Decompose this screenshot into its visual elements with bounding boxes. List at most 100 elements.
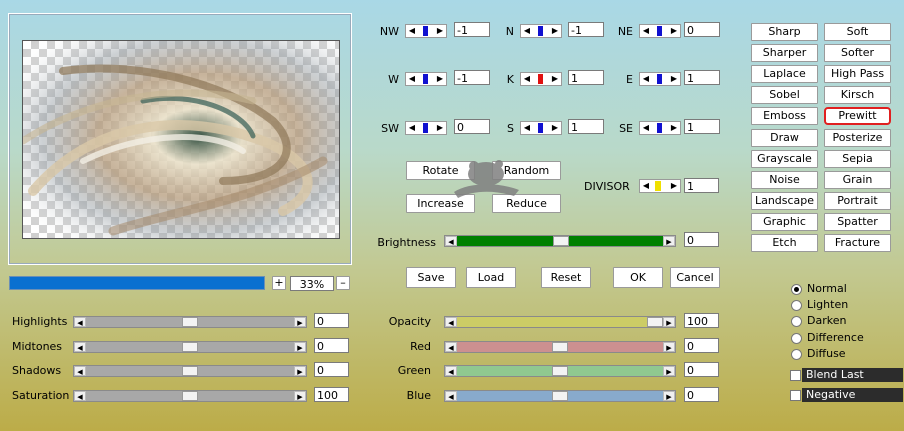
preset-button-soft[interactable]: Soft	[824, 23, 891, 41]
right-arrow-icon[interactable]: ▶	[550, 25, 560, 37]
preset-button-softer[interactable]: Softer	[824, 44, 891, 63]
right-arrow-icon[interactable]: ▶	[550, 73, 560, 85]
matrix-field-se[interactable]: 1	[684, 119, 720, 134]
preset-button-sepia[interactable]: Sepia	[824, 149, 891, 168]
negative-checkbox[interactable]	[790, 390, 801, 401]
right-arrow-icon[interactable]: ▶	[669, 73, 679, 85]
matrix-spinner-k[interactable]: ◀ ▶	[520, 72, 562, 86]
matrix-spinner-s[interactable]: ◀ ▶	[520, 121, 562, 135]
zoom-in-button[interactable]: +	[272, 276, 286, 290]
left-arrow-icon[interactable]: ◀	[407, 25, 417, 37]
right-arrow-icon[interactable]: ▶	[435, 73, 445, 85]
matrix-spinner-w[interactable]: ◀ ▶	[405, 72, 447, 86]
shadows-field[interactable]: 0	[314, 362, 349, 377]
matrix-spinner-se[interactable]: ◀ ▶	[639, 121, 681, 135]
preset-button-laplace[interactable]: Laplace	[751, 65, 818, 84]
highlights-field[interactable]: 0	[314, 313, 349, 328]
left-arrow-icon[interactable]: ◀	[641, 25, 651, 37]
blue-field[interactable]: 0	[684, 386, 719, 402]
preset-button-high-pass[interactable]: High Pass	[824, 65, 891, 84]
preset-button-sharper[interactable]: Sharper	[751, 44, 818, 63]
right-arrow-icon[interactable]: ▶	[550, 122, 560, 134]
right-arrow-icon[interactable]: ▶	[294, 390, 306, 401]
right-arrow-icon[interactable]: ▶	[294, 317, 306, 327]
matrix-spinner-nw[interactable]: ◀ ▶	[405, 24, 447, 38]
opacity-thumb[interactable]	[647, 317, 663, 327]
load-button[interactable]: Load	[466, 267, 516, 288]
right-arrow-icon[interactable]: ▶	[669, 180, 679, 192]
blend-radio-lighten[interactable]	[791, 300, 802, 312]
left-arrow-icon[interactable]: ◀	[641, 180, 651, 192]
matrix-spinner-n[interactable]: ◀ ▶	[520, 24, 562, 38]
shadows-thumb[interactable]	[182, 366, 198, 376]
highlights-thumb[interactable]	[182, 317, 198, 327]
saturation-field[interactable]: 100	[314, 386, 349, 402]
preset-button-graphic[interactable]: Graphic	[751, 212, 818, 231]
left-arrow-icon[interactable]: ◀	[74, 317, 86, 327]
left-arrow-icon[interactable]: ◀	[445, 390, 457, 401]
left-arrow-icon[interactable]: ◀	[522, 122, 532, 134]
saturation-thumb[interactable]	[182, 390, 198, 401]
cancel-button[interactable]: Cancel	[670, 267, 720, 288]
left-arrow-icon[interactable]: ◀	[445, 317, 457, 327]
left-arrow-icon[interactable]: ◀	[74, 390, 86, 401]
saturation-slider[interactable]: ◀ ▶	[73, 389, 307, 402]
preset-button-spatter[interactable]: Spatter	[824, 212, 891, 231]
blend-radio-normal[interactable]	[791, 284, 802, 295]
midtones-slider[interactable]: ◀ ▶	[73, 340, 307, 353]
opacity-field[interactable]: 100	[684, 313, 719, 328]
highlights-slider[interactable]: ◀ ▶	[73, 316, 307, 328]
preset-button-sharp[interactable]: Sharp	[751, 23, 818, 41]
preset-button-fracture[interactable]: Fracture	[824, 234, 891, 252]
preset-button-posterize[interactable]: Posterize	[824, 128, 891, 147]
preset-button-portrait[interactable]: Portrait	[824, 191, 891, 210]
blend-radio-difference[interactable]	[791, 332, 802, 344]
preset-button-draw[interactable]: Draw	[751, 128, 818, 147]
left-arrow-icon[interactable]: ◀	[522, 25, 532, 37]
right-arrow-icon[interactable]: ▶	[663, 341, 675, 352]
midtones-field[interactable]: 0	[314, 337, 349, 353]
preset-button-noise[interactable]: Noise	[751, 170, 818, 189]
matrix-field-e[interactable]: 1	[684, 70, 720, 85]
shadows-slider[interactable]: ◀ ▶	[73, 365, 307, 377]
preset-button-sobel[interactable]: Sobel	[751, 86, 818, 105]
blue-slider[interactable]: ◀ ▶	[444, 389, 676, 402]
preset-button-prewitt[interactable]: Prewitt	[824, 107, 891, 126]
brightness-field[interactable]: 0	[684, 232, 719, 247]
reset-button[interactable]: Reset	[541, 267, 591, 288]
left-arrow-icon[interactable]: ◀	[445, 366, 457, 376]
blend-last-checkbox[interactable]	[790, 370, 801, 381]
red-field[interactable]: 0	[684, 337, 719, 353]
right-arrow-icon[interactable]: ▶	[663, 390, 675, 401]
divisor-spinner[interactable]: ◀ ▶	[639, 179, 681, 193]
right-arrow-icon[interactable]: ▶	[435, 25, 445, 37]
save-button[interactable]: Save	[406, 267, 456, 288]
divisor-field[interactable]: 1	[684, 178, 719, 193]
right-arrow-icon[interactable]: ▶	[663, 236, 675, 246]
blue-thumb[interactable]	[552, 390, 568, 401]
brightness-slider[interactable]: ◀ ▶	[444, 235, 676, 247]
matrix-field-ne[interactable]: 0	[684, 22, 720, 37]
preset-button-etch[interactable]: Etch	[751, 234, 818, 252]
matrix-spinner-ne[interactable]: ◀ ▶	[639, 24, 681, 38]
zoom-out-button[interactable]: –	[336, 276, 350, 290]
left-arrow-icon[interactable]: ◀	[74, 366, 86, 376]
red-thumb[interactable]	[552, 341, 568, 352]
left-arrow-icon[interactable]: ◀	[641, 73, 651, 85]
midtones-thumb[interactable]	[182, 341, 198, 352]
red-slider[interactable]: ◀ ▶	[444, 340, 676, 353]
blend-radio-darken[interactable]	[791, 316, 802, 328]
preset-button-grayscale[interactable]: Grayscale	[751, 149, 818, 168]
right-arrow-icon[interactable]: ▶	[669, 25, 679, 37]
right-arrow-icon[interactable]: ▶	[294, 366, 306, 376]
preview-image[interactable]	[22, 40, 340, 239]
left-arrow-icon[interactable]: ◀	[74, 341, 86, 352]
left-arrow-icon[interactable]: ◀	[445, 341, 457, 352]
preset-button-emboss[interactable]: Emboss	[751, 107, 818, 126]
right-arrow-icon[interactable]: ▶	[294, 341, 306, 352]
left-arrow-icon[interactable]: ◀	[445, 236, 457, 246]
matrix-spinner-sw[interactable]: ◀ ▶	[405, 121, 447, 135]
preset-button-kirsch[interactable]: Kirsch	[824, 86, 891, 105]
left-arrow-icon[interactable]: ◀	[407, 122, 417, 134]
left-arrow-icon[interactable]: ◀	[407, 73, 417, 85]
